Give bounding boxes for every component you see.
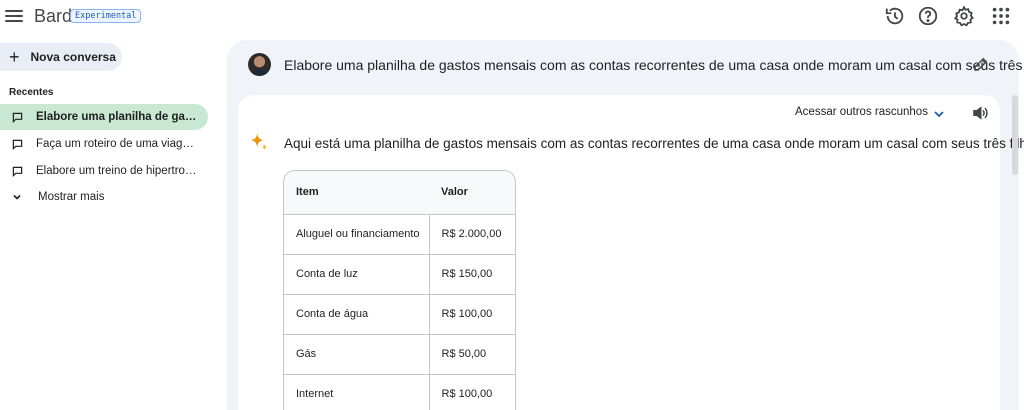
user-avatar — [248, 53, 271, 76]
cell-item: Conta de água — [284, 294, 430, 335]
experimental-badge: Experimental — [70, 9, 142, 23]
recent-section-title: Recentes — [9, 87, 54, 98]
hamburger-menu-icon[interactable] — [3, 5, 25, 27]
table-row: Internet R$ 100,00 — [284, 374, 515, 410]
app-logo: Bard — [34, 6, 73, 26]
cell-item: Aluguel ou financiamento — [284, 214, 430, 255]
speaker-icon[interactable] — [971, 104, 989, 122]
sidebar-item-label: Elabore um treino de hipertrofia para — [36, 165, 198, 177]
table-row: Aluguel ou financiamento R$ 2.000,00 — [284, 214, 515, 255]
cell-item: Conta de luz — [284, 254, 430, 295]
cell-value: R$ 100,00 — [429, 374, 515, 410]
cell-item: Internet — [284, 374, 430, 410]
column-header-item: Item — [284, 171, 429, 215]
table-header-row: Item Valor — [284, 171, 515, 215]
sidebar-item-recent-3[interactable]: Elabore um treino de hipertrofia para — [0, 158, 208, 184]
edit-pencil-icon[interactable] — [972, 55, 990, 73]
sidebar-item-label: Elabore uma planilha de gastos mensais c… — [36, 111, 198, 123]
expenses-table: Item Valor Aluguel ou financiamento R$ 2… — [283, 170, 516, 410]
sidebar-item-label: Faça um roteiro de uma viagem de 7 dias — [36, 138, 198, 150]
chat-bubble-icon — [12, 112, 23, 123]
top-bar: Bard Experimental — [0, 0, 1024, 34]
sidebar-item-recent-1[interactable]: Elabore uma planilha de gastos mensais c… — [0, 104, 208, 130]
chat-bubble-icon — [12, 139, 23, 150]
history-icon[interactable] — [884, 5, 906, 27]
cell-value: R$ 50,00 — [429, 334, 515, 375]
sidebar-item-recent-2[interactable]: Faça um roteiro de uma viagem de 7 dias — [0, 131, 208, 157]
column-header-value: Valor — [429, 171, 515, 215]
apps-icon[interactable] — [990, 5, 1012, 27]
cell-value: R$ 150,00 — [429, 254, 515, 295]
show-more-label: Mostrar mais — [38, 191, 105, 203]
show-more-button[interactable]: Mostrar mais — [12, 191, 104, 203]
table-row: Conta de água R$ 100,00 — [284, 294, 515, 335]
chat-bubble-icon — [12, 166, 23, 177]
plus-icon: + — [9, 47, 20, 67]
settings-icon[interactable] — [953, 5, 975, 27]
user-prompt: Elabore uma planilha de gastos mensais c… — [284, 57, 1024, 73]
answer-intro: Aqui está uma planilha de gastos mensais… — [284, 136, 1024, 151]
table-row: Conta de luz R$ 150,00 — [284, 254, 515, 295]
bard-sparkle-icon — [250, 132, 268, 151]
cell-value: R$ 100,00 — [429, 294, 515, 335]
chevron-down-icon[interactable] — [932, 107, 946, 121]
scrollbar[interactable] — [1012, 95, 1018, 175]
view-drafts-button[interactable]: Acessar outros rascunhos — [795, 106, 928, 118]
table-row: Gás R$ 50,00 — [284, 334, 515, 375]
cell-value: R$ 2.000,00 — [429, 214, 515, 255]
chevron-down-icon — [13, 194, 21, 200]
new-chat-label: Nova conversa — [30, 50, 116, 64]
cell-item: Gás — [284, 334, 430, 375]
new-chat-button[interactable]: + Nova conversa — [0, 43, 122, 71]
help-icon[interactable] — [917, 5, 939, 27]
